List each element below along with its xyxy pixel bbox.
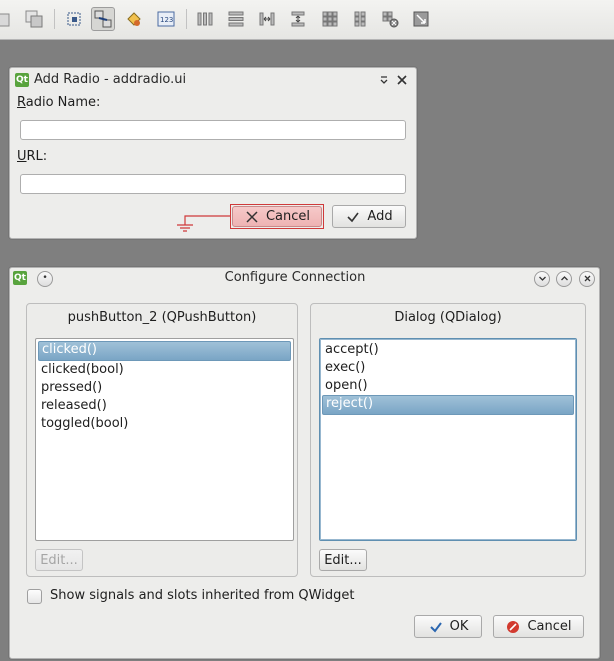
url-field[interactable] <box>20 174 406 194</box>
radio-name-label: Radio Name: <box>17 95 101 110</box>
slots-edit-button-label: Edit... <box>324 552 362 568</box>
layout-grid-icon[interactable] <box>318 7 342 31</box>
connection-ground-marker <box>177 215 230 232</box>
signal-item[interactable]: released() <box>38 397 291 415</box>
dialog-title: Configure Connection <box>224 270 366 285</box>
layout-horizontal-splitter-icon[interactable] <box>255 7 279 31</box>
break-layout-icon[interactable] <box>378 7 402 31</box>
signals-edit-button-label: Edit... <box>40 552 78 568</box>
signals-edit-button[interactable]: Edit... <box>35 549 83 571</box>
layout-vertical-splitter-icon[interactable] <box>286 7 310 31</box>
dialog-cancel-button-label: Cancel <box>527 619 572 634</box>
toolbar-separator <box>186 9 187 29</box>
ok-button-label: OK <box>449 619 469 634</box>
send-to-back-icon[interactable] <box>22 7 46 31</box>
slots-groupbox: Dialog (QDialog) accept() exec() open() … <box>310 303 586 577</box>
signals-list[interactable]: clicked() clicked(bool) pressed() releas… <box>35 338 294 541</box>
ok-button[interactable]: OK <box>414 615 482 638</box>
maximize-icon[interactable] <box>556 271 572 287</box>
svg-text:123: 123 <box>160 16 173 24</box>
signal-item[interactable]: toggled(bool) <box>38 415 291 433</box>
layout-form-icon[interactable] <box>348 7 372 31</box>
show-inherited-checkbox[interactable] <box>27 589 42 604</box>
configure-connection-dialog: Qt • Configure Connection pushButton_2 (… <box>9 267 600 659</box>
add-button[interactable]: Add <box>332 205 406 228</box>
designer-toolbar: 123 <box>0 0 614 40</box>
slot-item[interactable]: reject() <box>322 395 574 415</box>
cancel-button-label: Cancel <box>265 209 311 224</box>
signals-groupbox-title: pushButton_2 (QPushButton) <box>67 310 257 325</box>
slot-item[interactable]: accept() <box>322 341 574 359</box>
slots-groupbox-title: Dialog (QDialog) <box>394 310 502 325</box>
add-button-label: Add <box>367 209 393 224</box>
cancel-button[interactable]: Cancel <box>232 206 322 227</box>
layout-vertical-icon[interactable] <box>224 7 248 31</box>
close-icon[interactable] <box>579 271 595 287</box>
radio-name-field[interactable] <box>20 120 406 140</box>
add-radio-form-window: Qt Add Radio - addradio.ui Radio Name: U… <box>9 67 417 239</box>
slots-edit-button[interactable]: Edit... <box>319 549 367 571</box>
edit-widgets-icon[interactable] <box>62 7 86 31</box>
qt-logo-icon: Qt <box>15 73 29 87</box>
close-icon[interactable] <box>395 73 409 87</box>
signal-item[interactable]: pressed() <box>38 379 291 397</box>
url-label: URL: <box>17 149 48 164</box>
cancel-icon <box>505 619 521 635</box>
signal-item[interactable]: clicked() <box>38 341 291 361</box>
dialog-cancel-button[interactable]: Cancel <box>493 615 584 638</box>
minimize-icon[interactable] <box>534 271 550 287</box>
slot-item[interactable]: open() <box>322 377 574 395</box>
layout-horizontal-icon[interactable] <box>193 7 217 31</box>
slot-item[interactable]: exec() <box>322 359 574 377</box>
signal-item[interactable]: clicked(bool) <box>38 361 291 379</box>
edit-buddies-icon[interactable] <box>122 7 146 31</box>
toolbar-separator <box>54 9 55 29</box>
checkmark-icon <box>345 209 361 225</box>
chevron-down-icon[interactable] <box>377 73 391 87</box>
close-icon <box>244 209 260 225</box>
signals-groupbox: pushButton_2 (QPushButton) clicked() cli… <box>26 303 298 577</box>
checkmark-icon <box>428 619 444 635</box>
show-inherited-label[interactable]: Show signals and slots inherited from QW… <box>50 588 354 603</box>
bring-to-front-icon[interactable] <box>0 7 16 31</box>
edit-tab-order-icon[interactable]: 123 <box>154 7 178 31</box>
window-title: Add Radio - addradio.ui <box>34 72 187 87</box>
slots-list[interactable]: accept() exec() open() reject() <box>319 338 577 541</box>
adjust-size-icon[interactable] <box>409 7 433 31</box>
edit-signals-slots-icon[interactable] <box>91 7 115 31</box>
